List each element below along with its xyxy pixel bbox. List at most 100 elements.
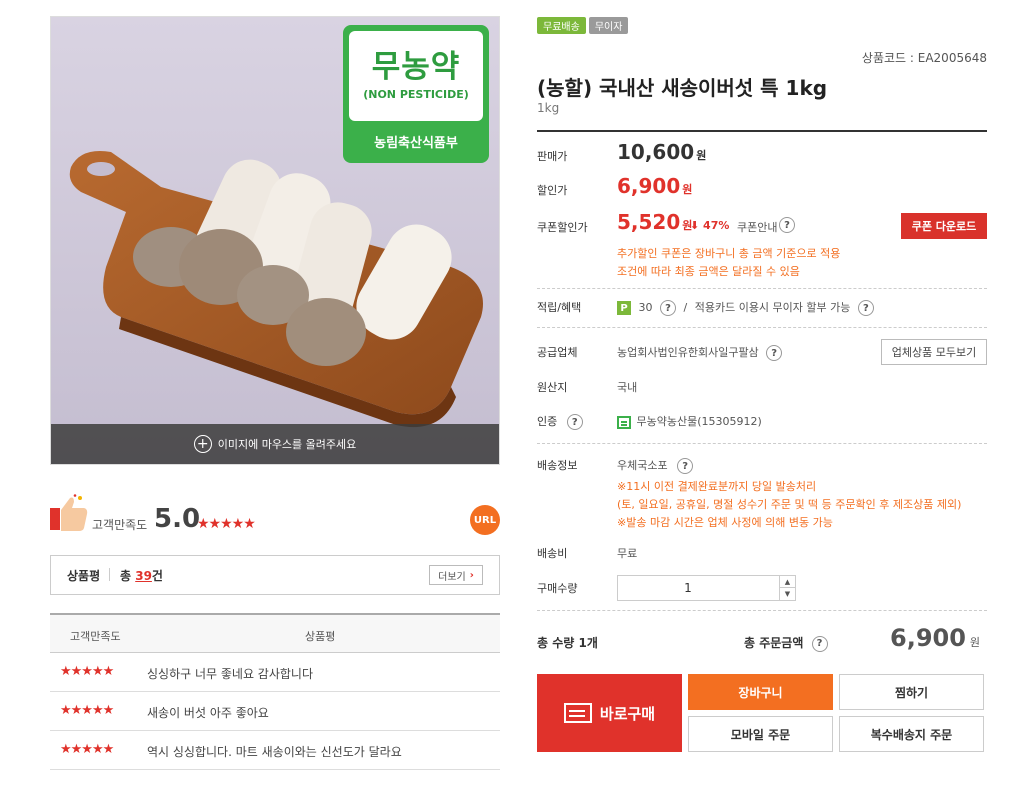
divider — [537, 610, 987, 611]
won-unit: 원 — [682, 183, 693, 196]
buy-now-label: 바로구매 — [599, 704, 656, 723]
review-text[interactable]: 싱싱하구 너무 좋네요 감사합니다 — [147, 665, 313, 682]
coupon-info-label: 쿠폰안내 — [737, 221, 778, 234]
url-button[interactable]: URL — [470, 505, 500, 535]
thumbs-up-icon — [50, 494, 88, 531]
help-icon[interactable]: ? — [677, 458, 694, 474]
decrement-arrow-icon[interactable]: ▼ — [780, 588, 795, 600]
shipping-note: (토, 일요일, 공휴일, 명절 성수기 주문 및 떡 등 주문확인 후 제조상… — [617, 498, 962, 511]
help-icon[interactable]: ? — [811, 635, 828, 652]
quantity-label: 구매수량 — [537, 582, 578, 595]
won-unit: 원 — [696, 149, 707, 162]
card-icon — [563, 703, 592, 723]
sale-price-label: 판매가 — [537, 150, 568, 163]
certification-label: 인증 — [537, 415, 558, 428]
review-stars: ★★★★★ — [60, 703, 114, 718]
coupon-download-button[interactable]: 쿠폰 다운로드 — [901, 213, 987, 239]
discount-price-value: 6,900 — [617, 174, 681, 198]
review-table-header: 고객만족도 상품평 — [50, 613, 500, 653]
total-amount-label: 총 주문금액 — [744, 636, 804, 650]
coupon-price-label: 쿠폰할인가 — [537, 221, 588, 234]
multi-address-order-button[interactable]: 복수배송지 주문 — [839, 716, 984, 752]
certification-value[interactable]: 무농약농산물(15305912) — [637, 415, 762, 428]
reviews-more-button[interactable]: 더보기 › — [429, 565, 483, 585]
divider — [537, 288, 987, 289]
coupon-note: 추가할인 쿠폰은 장바구니 총 금액 기준으로 적용 — [617, 247, 841, 260]
image-hover-hint: + 이미지에 마우스를 올려주세요 — [51, 424, 499, 464]
zoom-plus-icon: + — [193, 435, 212, 453]
quantity-input[interactable]: 1 — [618, 581, 758, 595]
benefits-label: 적립/혜택 — [537, 301, 582, 314]
table-row[interactable]: ★★★★★ 새송이 버섯 아주 좋아요 — [50, 692, 500, 731]
badge-english: (NON PESTICIDE) — [363, 88, 469, 101]
review-summary: 상품평 총 39건 더보기 › — [50, 555, 500, 595]
product-tags: 무료배송 무이자 — [537, 17, 629, 34]
product-image[interactable]: 무농약 (NON PESTICIDE) 농림축산식품부 + 이미지에 마우스를 … — [50, 16, 500, 465]
sale-price: 10,600 원 — [617, 140, 706, 164]
column-satisfaction: 고객만족도 — [70, 630, 121, 643]
mobile-order-button[interactable]: 모바일 주문 — [688, 716, 833, 752]
supplier-name: 농업회사법인유한회사일구팔삼 — [617, 346, 759, 359]
points-value: 30 — [638, 301, 653, 314]
origin-value: 국내 — [617, 381, 638, 394]
shipping-fee-value: 무료 — [617, 547, 638, 560]
divider — [537, 327, 987, 328]
wishlist-button[interactable]: 찜하기 — [839, 674, 984, 710]
total-amount-value: 6,900 — [890, 624, 966, 652]
review-stars: ★★★★★ — [60, 742, 114, 757]
quantity-buttons: ▲ ▼ — [779, 576, 795, 600]
supplier-row: 농업회사법인유한회사일구팔삼 ? — [617, 344, 783, 361]
review-text[interactable]: 새송이 버섯 아주 좋아요 — [147, 704, 269, 721]
help-icon[interactable]: ? — [660, 300, 676, 316]
increment-arrow-icon[interactable]: ▲ — [780, 576, 795, 588]
add-to-cart-button[interactable]: 장바구니 — [688, 674, 833, 710]
satisfaction-score: 5.0 — [154, 504, 201, 534]
shipping-method-row: 우체국소포 ? — [617, 457, 694, 474]
separator: / — [683, 301, 688, 314]
supplier-label: 공급업체 — [537, 346, 578, 359]
shipping-fee-label: 배송비 — [537, 547, 568, 560]
quantity-stepper[interactable]: 1 ▲ ▼ — [617, 575, 796, 601]
divider — [537, 443, 987, 444]
review-count[interactable]: 39 — [135, 569, 152, 583]
help-icon[interactable]: ? — [857, 300, 874, 316]
total-amount: 6,900 원 — [890, 624, 980, 652]
product-title: (농할) 국내산 새송이버섯 특 1kg — [537, 76, 828, 100]
point-icon: P — [617, 301, 631, 315]
coupon-note: 조건에 따라 최종 금액은 달라질 수 있음 — [617, 265, 800, 278]
total-amount-label-row: 총 주문금액 ? — [744, 634, 828, 652]
customer-satisfaction: 고객만족도 5.0 ★★★★★ URL — [50, 488, 500, 548]
badge-issuer: 농림축산식품부 — [374, 136, 458, 151]
product-code: 상품코드 : EA2005648 — [861, 51, 987, 65]
review-stars: ★★★★★ — [60, 664, 114, 679]
table-row[interactable]: ★★★★★ 역시 싱싱합니다. 마트 새송이와는 신선도가 달라요 — [50, 731, 500, 770]
coupon-price-value: 5,520 — [617, 210, 681, 234]
review-total-prefix: 총 — [120, 569, 136, 583]
help-icon[interactable]: ? — [766, 345, 783, 361]
shipping-note: ※11시 이전 결제완료분까지 당일 발송처리 — [617, 480, 817, 493]
discount-price: 6,900 원 — [617, 174, 692, 198]
review-total: 총 39건 — [120, 567, 163, 584]
shipping-method: 우체국소포 — [617, 459, 668, 472]
column-review: 상품평 — [305, 630, 336, 643]
satisfaction-stars: ★★★★★ — [197, 516, 256, 532]
help-icon[interactable]: ? — [779, 217, 795, 233]
coupon-rate: ⬇ 47% — [690, 219, 730, 232]
card-benefit-text: 적용카드 이용시 무이자 할부 가능 — [694, 301, 851, 314]
certification-label-row: 인증 ? — [537, 413, 583, 430]
buy-now-button[interactable]: 바로구매 — [537, 674, 682, 752]
discount-price-label: 할인가 — [537, 184, 568, 197]
non-pesticide-badge: 무농약 (NON PESTICIDE) 농림축산식품부 — [343, 25, 489, 163]
help-icon[interactable]: ? — [566, 414, 583, 430]
sale-price-value: 10,600 — [617, 140, 695, 164]
review-text[interactable]: 역시 싱싱합니다. 마트 새송이와는 신선도가 달라요 — [147, 743, 402, 760]
product-subtitle: 1kg — [537, 101, 560, 115]
divider — [537, 130, 987, 132]
benefits-row: P 30 ? / 적용카드 이용시 무이자 할부 가능 ? — [617, 299, 874, 316]
satisfaction-label: 고객만족도 — [92, 518, 148, 532]
more-label: 더보기 — [438, 571, 466, 583]
review-title: 상품평 — [67, 569, 101, 583]
table-row[interactable]: ★★★★★ 싱싱하구 너무 좋네요 감사합니다 — [50, 653, 500, 692]
vendor-products-button[interactable]: 업체상품 모두보기 — [881, 339, 987, 365]
won-unit: 원 — [969, 636, 981, 649]
